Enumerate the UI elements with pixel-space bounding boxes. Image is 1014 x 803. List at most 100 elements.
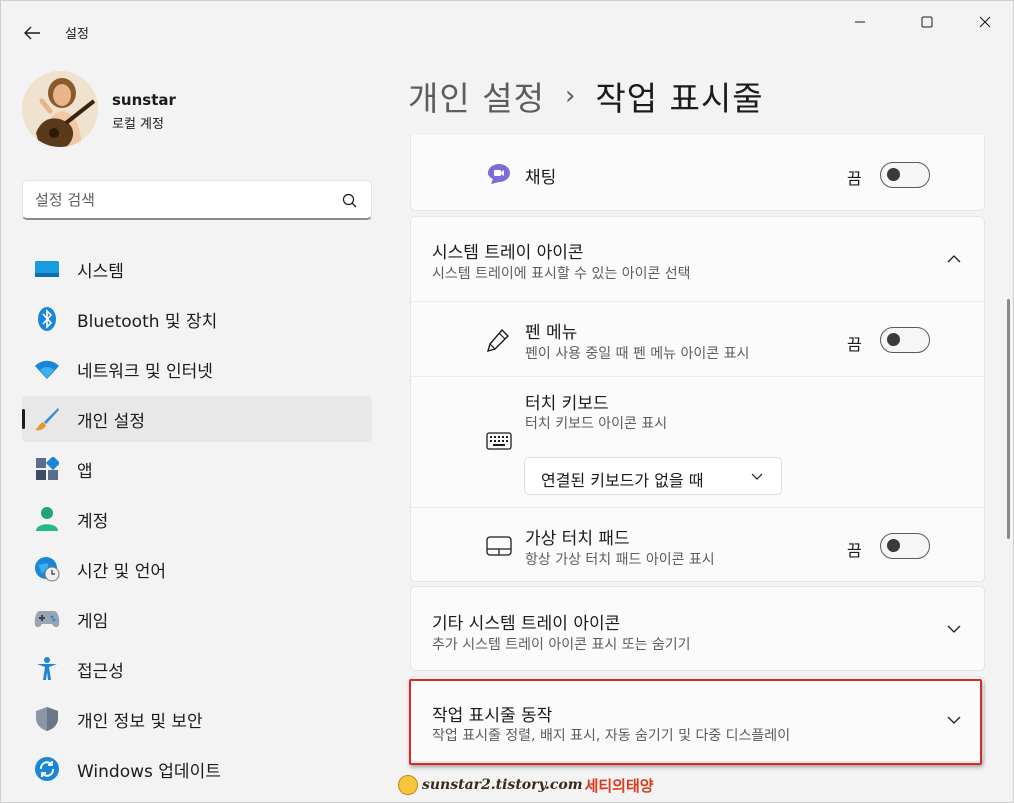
other-tray-card[interactable]: 기타 시스템 트레이 아이콘 추가 시스템 트레이 아이콘 표시 또는 숨기기	[410, 586, 985, 671]
search-icon[interactable]	[341, 192, 359, 210]
sidebar-item-label: Windows 업데이트	[77, 761, 221, 782]
app-title: 설정	[65, 27, 89, 42]
chat-toggle-state: 끔	[847, 169, 862, 188]
sidebar-item-personalization[interactable]: 개인 설정	[22, 396, 372, 442]
sidebar-item-windows-update[interactable]: Windows 업데이트	[22, 746, 372, 792]
system-tray-card: 시스템 트레이 아이콘 시스템 트레이에 표시할 수 있는 아이콘 선택 펜 메…	[410, 216, 985, 582]
gamepad-icon	[34, 606, 60, 632]
sidebar-item-label: Bluetooth 및 장치	[77, 311, 218, 332]
touchpad-title: 가상 터치 패드	[525, 529, 630, 549]
pen-menu-toggle[interactable]	[880, 327, 930, 353]
touch-keyboard-subtitle: 터치 키보드 아이콘 표시	[525, 416, 668, 432]
watermark: sunstar2.tistory.com 세티의태양	[398, 773, 654, 797]
smiley-icon	[398, 775, 418, 795]
chevron-down-icon[interactable]	[945, 620, 963, 638]
chevron-down-icon[interactable]	[945, 711, 963, 729]
touchpad-toggle[interactable]	[880, 533, 930, 559]
apps-icon	[34, 456, 60, 482]
sidebar-item-label: 접근성	[77, 661, 124, 682]
breadcrumb-parent[interactable]: 개인 설정	[408, 72, 545, 120]
settings-search	[22, 180, 372, 220]
sidebar-item-network[interactable]: 네트워크 및 인터넷	[22, 346, 372, 392]
close-icon	[979, 16, 991, 28]
sidebar-item-accessibility[interactable]: 접근성	[22, 646, 372, 692]
toggle-knob	[887, 168, 900, 181]
back-button[interactable]	[15, 19, 49, 47]
page-title: 작업 표시줄	[595, 79, 764, 118]
sidebar-item-label: 게임	[77, 611, 109, 632]
sidebar-item-label: 개인 정보 및 보안	[77, 711, 203, 732]
sidebar-item-bluetooth[interactable]: Bluetooth 및 장치	[22, 296, 372, 342]
update-icon	[34, 756, 60, 782]
minimize-icon	[855, 21, 865, 23]
sidebar-item-accounts[interactable]: 계정	[22, 496, 372, 542]
sidebar-item-privacy[interactable]: 개인 정보 및 보안	[22, 696, 372, 742]
sidebar-item-label: 앱	[77, 461, 93, 482]
system-tray-subtitle: 시스템 트레이에 표시할 수 있는 아이콘 선택	[432, 266, 691, 282]
sidebar-item-gaming[interactable]: 게임	[22, 596, 372, 642]
chat-card: 채팅 끔	[410, 135, 985, 211]
touchpad-icon	[485, 532, 513, 560]
account-type: 로컬 계정	[112, 117, 164, 132]
search-input[interactable]	[35, 188, 335, 212]
account-icon	[34, 506, 60, 532]
bluetooth-icon	[34, 306, 60, 332]
pen-menu-subtitle: 펜이 사용 중일 때 펜 메뉴 아이콘 표시	[525, 346, 750, 362]
scrollbar[interactable]	[1007, 299, 1010, 539]
close-button[interactable]	[962, 7, 1008, 37]
settings-content: 채팅 끔 시스템 트레이 아이콘 시스템 트레이에 표시할 수 있는 아이콘 선…	[410, 135, 985, 803]
touchpad-toggle-state: 끔	[847, 541, 862, 560]
user-photo-icon	[22, 71, 98, 147]
taskbar-behaviors-subtitle: 작업 표시줄 정렬, 배지 표시, 자동 숨기기 및 다중 디스플레이	[432, 728, 791, 744]
sidebar-item-time-language[interactable]: 시간 및 언어	[22, 546, 372, 592]
keyboard-icon	[485, 427, 513, 455]
chat-toggle[interactable]	[880, 162, 930, 188]
other-tray-subtitle: 추가 시스템 트레이 아이콘 표시 또는 숨기기	[432, 637, 691, 653]
pen-menu-toggle-state: 끔	[847, 335, 862, 354]
sidebar-nav: 시스템 Bluetooth 및 장치 네트워크 및 인터넷 개인 설정 앱 계정…	[22, 246, 372, 796]
sidebar-item-label: 시스템	[77, 261, 124, 282]
sidebar-item-label: 시간 및 언어	[77, 561, 167, 582]
sidebar-item-label: 개인 설정	[77, 411, 145, 432]
maximize-icon	[921, 16, 933, 28]
sidebar-item-label: 계정	[77, 511, 109, 532]
sidebar-item-label: 네트워크 및 인터넷	[77, 361, 213, 382]
user-name: sunstar	[112, 91, 176, 109]
toggle-knob	[887, 333, 900, 346]
touch-keyboard-dropdown[interactable]: 연결된 키보드가 없을 때	[524, 457, 782, 495]
system-tray-title: 시스템 트레이 아이콘	[432, 243, 584, 263]
maximize-button[interactable]	[904, 7, 950, 37]
shield-icon	[34, 706, 60, 732]
system-tray-header[interactable]: 시스템 트레이 아이콘 시스템 트레이에 표시할 수 있는 아이콘 선택	[411, 217, 984, 301]
pen-menu-row: 펜 메뉴 펜이 사용 중일 때 펜 메뉴 아이콘 표시 끔	[411, 302, 984, 376]
touchpad-subtitle: 항상 가상 터치 패드 아이콘 표시	[525, 552, 715, 568]
watermark-name: 세티의태양	[584, 776, 654, 795]
sidebar-item-system[interactable]: 시스템	[22, 246, 372, 292]
breadcrumb-separator: ›	[564, 81, 576, 111]
dropdown-selected-value: 연결된 키보드가 없을 때	[541, 471, 704, 490]
time-language-icon	[34, 556, 60, 582]
brush-icon	[34, 406, 60, 432]
settings-window: 설정 sunstar 로컬 계정 설정 검색 시스템 Bluetooth 및 장…	[0, 0, 1014, 803]
taskbar-behaviors-title: 작업 표시줄 동작	[432, 706, 553, 726]
pen-icon	[484, 326, 512, 354]
taskbar-behaviors-card[interactable]: 작업 표시줄 동작 작업 표시줄 정렬, 배지 표시, 자동 숨기기 및 다중 …	[410, 676, 985, 762]
sidebar-item-apps[interactable]: 앱	[22, 446, 372, 492]
chevron-down-icon	[751, 473, 763, 480]
watermark-url: sunstar2.tistory.com	[422, 777, 583, 793]
avatar[interactable]	[22, 71, 98, 147]
wifi-icon	[34, 356, 60, 382]
breadcrumb: 개인 설정 › 작업 표시줄	[408, 71, 764, 121]
minimize-button[interactable]	[837, 7, 883, 37]
back-arrow-icon	[24, 26, 40, 40]
title-bar: 설정	[1, 1, 1014, 57]
chevron-up-icon[interactable]	[945, 250, 963, 268]
accessibility-icon	[34, 656, 60, 682]
pen-menu-title: 펜 메뉴	[525, 323, 578, 343]
toggle-knob	[887, 539, 900, 552]
chat-title: 채팅	[525, 168, 557, 188]
touch-keyboard-title: 터치 키보드	[525, 394, 609, 414]
touchpad-row: 가상 터치 패드 항상 가상 터치 패드 아이콘 표시 끔	[411, 508, 984, 582]
system-icon	[34, 256, 60, 282]
chat-icon	[485, 160, 513, 188]
